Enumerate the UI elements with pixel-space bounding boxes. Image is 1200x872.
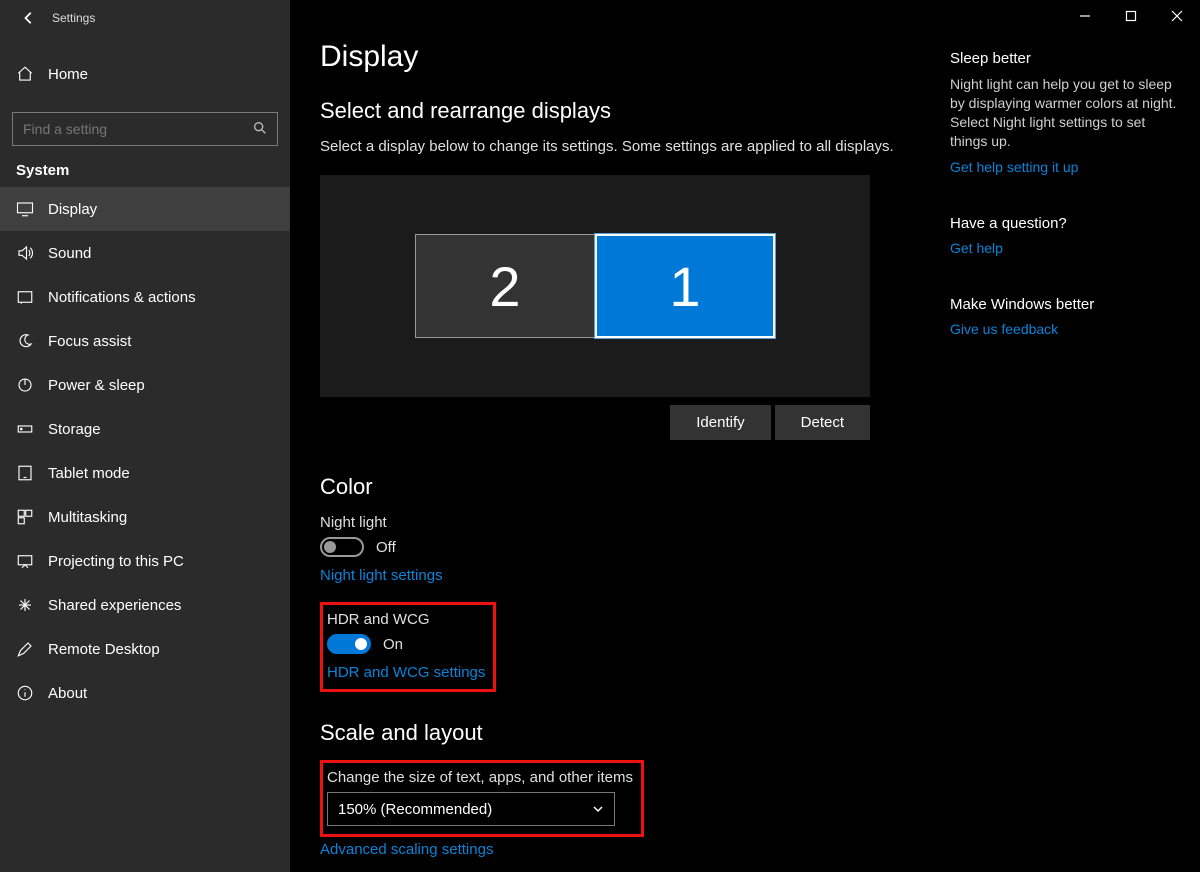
- scale-dropdown[interactable]: 150% (Recommended): [327, 792, 615, 826]
- rearrange-heading: Select and rearrange displays: [320, 98, 950, 124]
- better-heading: Make Windows better: [950, 296, 1180, 313]
- sidebar-item-label: About: [48, 685, 87, 702]
- sidebar-item-focus-assist[interactable]: Focus assist: [0, 319, 290, 363]
- identify-button[interactable]: Identify: [670, 405, 770, 440]
- sleep-help-link[interactable]: Get help setting it up: [950, 159, 1078, 175]
- night-light-settings-link[interactable]: Night light settings: [320, 567, 950, 584]
- sidebar-item-label: Shared experiences: [48, 597, 181, 614]
- minimize-button[interactable]: [1062, 0, 1108, 32]
- sidebar-item-label: Multitasking: [48, 509, 127, 526]
- hdr-settings-link[interactable]: HDR and WCG settings: [327, 664, 485, 681]
- shared-icon: [16, 596, 34, 614]
- sidebar-item-notifications[interactable]: Notifications & actions: [0, 275, 290, 319]
- window-title: Settings: [52, 11, 95, 25]
- display-icon: [16, 200, 34, 218]
- sidebar-item-about[interactable]: About: [0, 671, 290, 715]
- home-icon: [16, 65, 34, 83]
- sleep-better-heading: Sleep better: [950, 50, 1180, 67]
- storage-icon: [16, 420, 34, 438]
- sidebar-item-label: Projecting to this PC: [48, 553, 184, 570]
- monitor-2[interactable]: 2: [415, 234, 595, 338]
- get-help-link[interactable]: Get help: [950, 240, 1003, 256]
- back-button[interactable]: [14, 11, 44, 25]
- advanced-scaling-link[interactable]: Advanced scaling settings: [320, 841, 950, 858]
- sidebar-item-display[interactable]: Display: [0, 187, 290, 231]
- night-light-toggle[interactable]: [320, 537, 364, 557]
- question-heading: Have a question?: [950, 215, 1180, 232]
- sidebar-item-tablet-mode[interactable]: Tablet mode: [0, 451, 290, 495]
- rearrange-description: Select a display below to change its set…: [320, 138, 950, 155]
- close-icon: [1171, 10, 1183, 22]
- sleep-better-desc: Night light can help you get to sleep by…: [950, 75, 1180, 151]
- sidebar-item-multitasking[interactable]: Multitasking: [0, 495, 290, 539]
- hdr-toggle[interactable]: [327, 634, 371, 654]
- power-icon: [16, 376, 34, 394]
- sidebar-item-power-sleep[interactable]: Power & sleep: [0, 363, 290, 407]
- feedback-link[interactable]: Give us feedback: [950, 321, 1058, 337]
- sidebar-item-label: Remote Desktop: [48, 641, 160, 658]
- scale-change-label: Change the size of text, apps, and other…: [327, 769, 633, 786]
- remote-desktop-icon: [16, 640, 34, 658]
- home-label: Home: [48, 66, 88, 83]
- detect-button[interactable]: Detect: [775, 405, 870, 440]
- sidebar-item-remote-desktop[interactable]: Remote Desktop: [0, 627, 290, 671]
- maximize-button[interactable]: [1108, 0, 1154, 32]
- night-light-label: Night light: [320, 514, 950, 531]
- sidebar-item-sound[interactable]: Sound: [0, 231, 290, 275]
- sidebar-item-label: Display: [48, 201, 97, 218]
- tablet-icon: [16, 464, 34, 482]
- category-label: System: [0, 146, 290, 187]
- hdr-label: HDR and WCG: [327, 611, 485, 628]
- monitor-1[interactable]: 1: [595, 234, 775, 338]
- sidebar-item-label: Focus assist: [48, 333, 131, 350]
- night-light-state: Off: [376, 539, 396, 556]
- scale-dropdown-value: 150% (Recommended): [338, 801, 492, 818]
- hdr-state: On: [383, 636, 403, 653]
- notifications-icon: [16, 288, 34, 306]
- scale-heading: Scale and layout: [320, 720, 950, 746]
- display-arrangement-canvas[interactable]: 2 1: [320, 175, 870, 397]
- back-arrow-icon: [22, 11, 36, 25]
- projecting-icon: [16, 552, 34, 570]
- search-icon: [252, 120, 268, 136]
- sidebar-item-label: Tablet mode: [48, 465, 130, 482]
- sidebar-item-shared-experiences[interactable]: Shared experiences: [0, 583, 290, 627]
- sidebar-item-label: Sound: [48, 245, 91, 262]
- search-input[interactable]: [12, 112, 278, 146]
- minimize-icon: [1079, 10, 1091, 22]
- sidebar-item-label: Notifications & actions: [48, 289, 196, 306]
- home-nav[interactable]: Home: [0, 52, 290, 96]
- sound-icon: [16, 244, 34, 262]
- sidebar-item-label: Storage: [48, 421, 101, 438]
- chevron-down-icon: [592, 803, 604, 815]
- sidebar-item-storage[interactable]: Storage: [0, 407, 290, 451]
- close-button[interactable]: [1154, 0, 1200, 32]
- maximize-icon: [1125, 10, 1137, 22]
- sidebar-item-projecting[interactable]: Projecting to this PC: [0, 539, 290, 583]
- multitasking-icon: [16, 508, 34, 526]
- page-title: Display: [320, 40, 950, 74]
- focus-assist-icon: [16, 332, 34, 350]
- color-heading: Color: [320, 474, 950, 500]
- about-icon: [16, 684, 34, 702]
- sidebar-item-label: Power & sleep: [48, 377, 145, 394]
